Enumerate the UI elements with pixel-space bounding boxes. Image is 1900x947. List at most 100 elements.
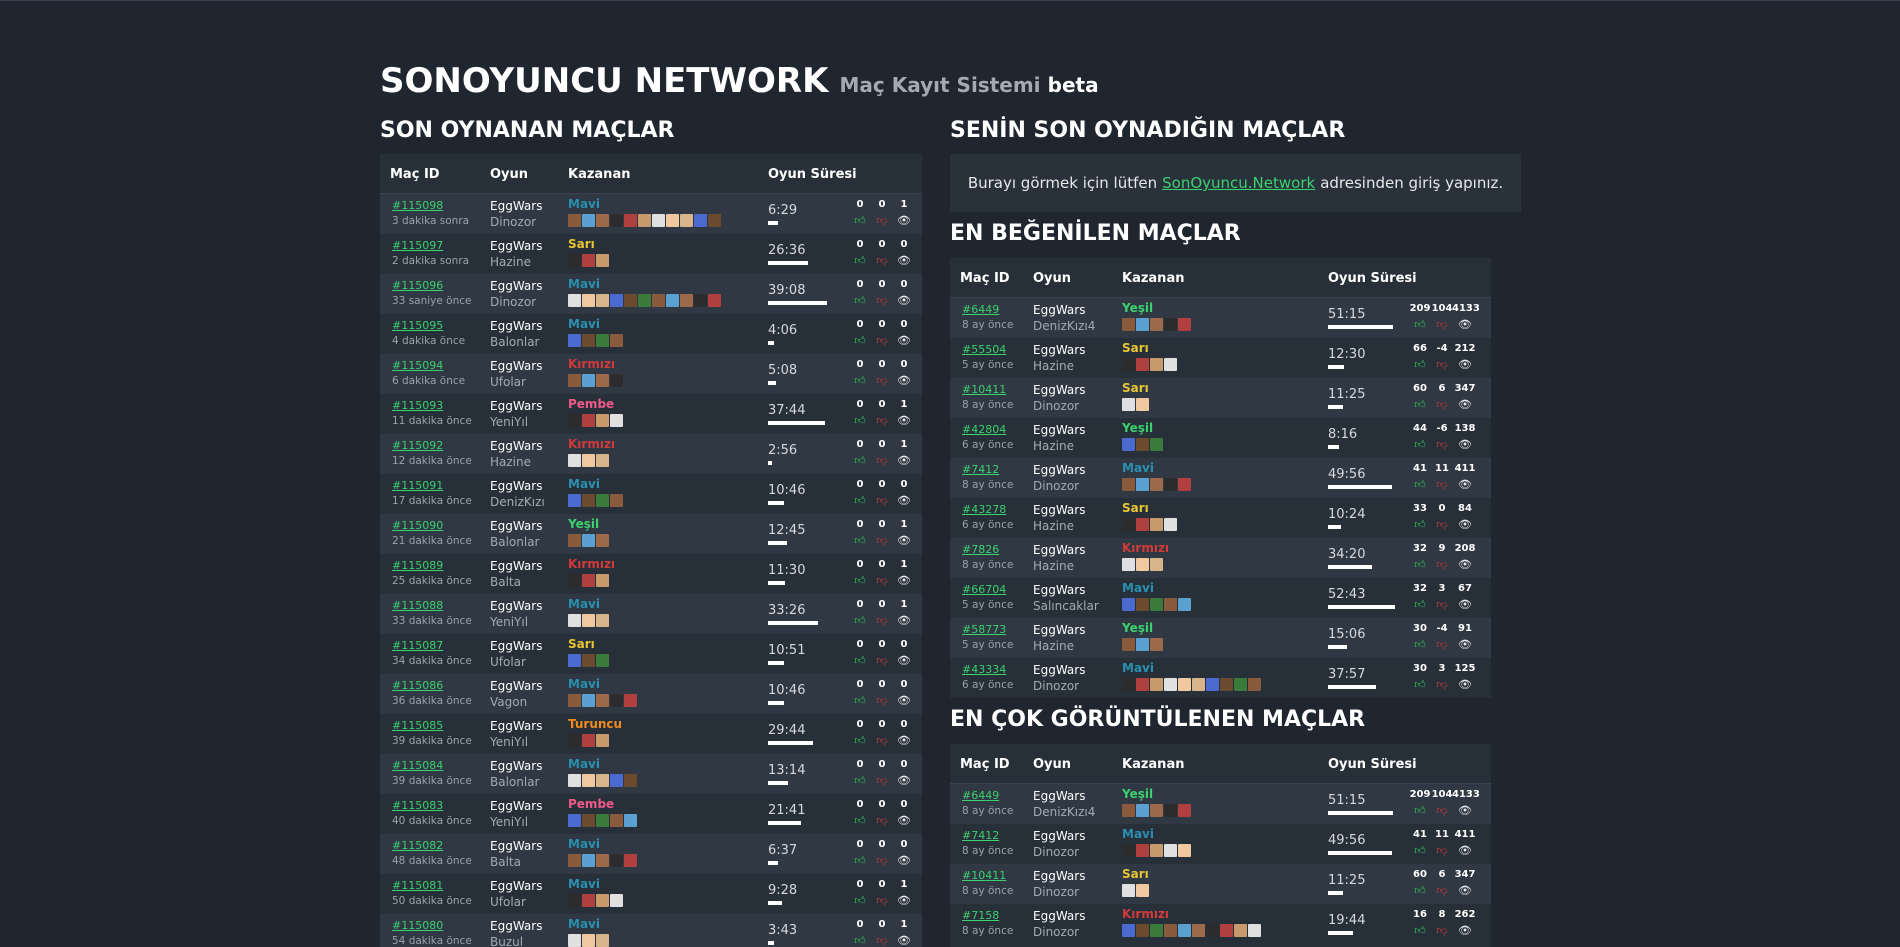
player-head-icon[interactable] (596, 574, 609, 587)
eye-icon[interactable]: 👁︎ (1452, 884, 1478, 898)
player-head-icon[interactable] (1164, 844, 1177, 857)
player-head-icon[interactable] (638, 294, 651, 307)
eye-icon[interactable]: 👁︎ (891, 734, 917, 748)
player-head-icon[interactable] (1248, 924, 1261, 937)
player-head-icon[interactable] (1122, 678, 1135, 691)
player-head-icon[interactable] (1150, 318, 1163, 331)
match-id-link[interactable]: #43278 (962, 503, 1006, 516)
player-head-icon[interactable] (568, 894, 581, 907)
player-head-icon[interactable] (638, 214, 651, 227)
player-head-icon[interactable] (1164, 598, 1177, 611)
player-head-icon[interactable] (596, 774, 609, 787)
player-head-icon[interactable] (1122, 358, 1135, 371)
player-head-icon[interactable] (568, 654, 581, 667)
match-id-link[interactable]: #115080 (392, 919, 443, 932)
player-head-icon[interactable] (596, 534, 609, 547)
player-head-icon[interactable] (582, 734, 595, 747)
match-id-link[interactable]: #55504 (962, 343, 1006, 356)
match-id-link[interactable]: #115090 (392, 519, 443, 532)
player-head-icon[interactable] (1136, 358, 1149, 371)
player-head-icon[interactable] (680, 294, 693, 307)
match-id-link[interactable]: #42804 (962, 423, 1006, 436)
eye-icon[interactable]: 👁︎ (891, 494, 917, 508)
eye-icon[interactable]: 👁︎ (891, 774, 917, 788)
player-head-icon[interactable] (1206, 924, 1219, 937)
eye-icon[interactable]: 👁︎ (1452, 398, 1478, 412)
player-head-icon[interactable] (568, 534, 581, 547)
eye-icon[interactable]: 👁︎ (891, 414, 917, 428)
eye-icon[interactable]: 👁︎ (891, 574, 917, 588)
eye-icon[interactable]: 👁︎ (891, 934, 917, 947)
eye-icon[interactable]: 👁︎ (891, 214, 917, 228)
player-head-icon[interactable] (596, 654, 609, 667)
player-head-icon[interactable] (596, 854, 609, 867)
eye-icon[interactable]: 👁︎ (891, 814, 917, 828)
player-head-icon[interactable] (1122, 558, 1135, 571)
eye-icon[interactable]: 👁︎ (1452, 518, 1478, 532)
player-head-icon[interactable] (680, 214, 693, 227)
player-head-icon[interactable] (596, 414, 609, 427)
player-head-icon[interactable] (596, 694, 609, 707)
eye-icon[interactable]: 👁︎ (891, 894, 917, 908)
eye-icon[interactable]: 👁︎ (891, 374, 917, 388)
player-head-icon[interactable] (1136, 844, 1149, 857)
match-id-link[interactable]: #115083 (392, 799, 443, 812)
player-head-icon[interactable] (624, 214, 637, 227)
player-head-icon[interactable] (610, 214, 623, 227)
player-head-icon[interactable] (568, 214, 581, 227)
eye-icon[interactable]: 👁︎ (1452, 478, 1478, 492)
match-id-link[interactable]: #10411 (962, 869, 1006, 882)
player-head-icon[interactable] (596, 454, 609, 467)
eye-icon[interactable]: 👁︎ (891, 454, 917, 468)
player-head-icon[interactable] (582, 894, 595, 907)
player-head-icon[interactable] (624, 294, 637, 307)
player-head-icon[interactable] (1122, 318, 1135, 331)
match-id-link[interactable]: #115091 (392, 479, 443, 492)
eye-icon[interactable]: 👁︎ (1452, 804, 1478, 818)
player-head-icon[interactable] (568, 614, 581, 627)
player-head-icon[interactable] (596, 734, 609, 747)
player-head-icon[interactable] (568, 454, 581, 467)
player-head-icon[interactable] (1248, 678, 1261, 691)
player-head-icon[interactable] (582, 214, 595, 227)
player-head-icon[interactable] (582, 654, 595, 667)
player-head-icon[interactable] (582, 814, 595, 827)
player-head-icon[interactable] (596, 814, 609, 827)
player-head-icon[interactable] (568, 494, 581, 507)
player-head-icon[interactable] (694, 294, 707, 307)
player-head-icon[interactable] (666, 214, 679, 227)
eye-icon[interactable]: 👁︎ (1452, 844, 1478, 858)
player-head-icon[interactable] (568, 734, 581, 747)
player-head-icon[interactable] (1122, 804, 1135, 817)
eye-icon[interactable]: 👁︎ (891, 694, 917, 708)
player-head-icon[interactable] (1136, 678, 1149, 691)
player-head-icon[interactable] (624, 694, 637, 707)
eye-icon[interactable]: 👁︎ (891, 854, 917, 868)
player-head-icon[interactable] (666, 294, 679, 307)
player-head-icon[interactable] (1136, 884, 1149, 897)
player-head-icon[interactable] (1164, 924, 1177, 937)
player-head-icon[interactable] (596, 894, 609, 907)
match-id-link[interactable]: #7826 (962, 543, 999, 556)
player-head-icon[interactable] (1164, 678, 1177, 691)
match-id-link[interactable]: #115082 (392, 839, 443, 852)
player-head-icon[interactable] (1150, 478, 1163, 491)
player-head-icon[interactable] (610, 494, 623, 507)
player-head-icon[interactable] (1150, 844, 1163, 857)
player-head-icon[interactable] (582, 374, 595, 387)
eye-icon[interactable]: 👁︎ (891, 534, 917, 548)
player-head-icon[interactable] (1122, 884, 1135, 897)
player-head-icon[interactable] (1150, 678, 1163, 691)
eye-icon[interactable]: 👁︎ (891, 614, 917, 628)
eye-icon[interactable]: 👁︎ (1452, 638, 1478, 652)
player-head-icon[interactable] (1150, 358, 1163, 371)
player-head-icon[interactable] (1164, 318, 1177, 331)
player-head-icon[interactable] (1150, 558, 1163, 571)
player-head-icon[interactable] (582, 854, 595, 867)
player-head-icon[interactable] (1150, 598, 1163, 611)
player-head-icon[interactable] (1178, 318, 1191, 331)
eye-icon[interactable]: 👁︎ (891, 654, 917, 668)
player-head-icon[interactable] (596, 254, 609, 267)
player-head-icon[interactable] (596, 494, 609, 507)
player-head-icon[interactable] (1164, 478, 1177, 491)
